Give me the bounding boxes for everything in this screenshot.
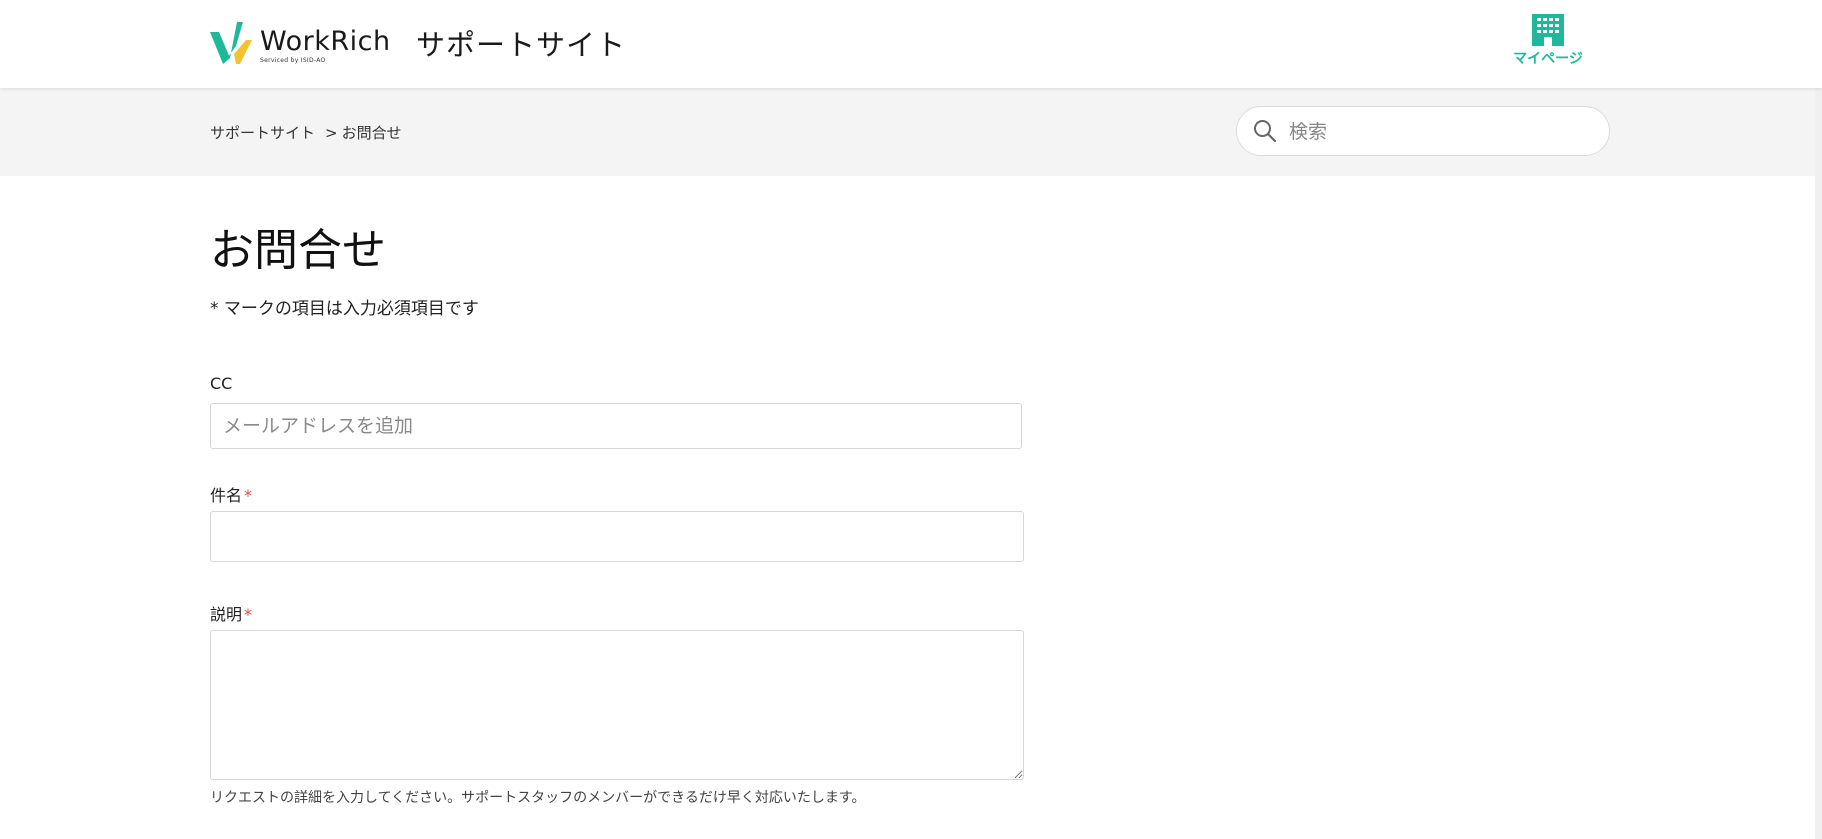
subject-label: 件名 * (210, 482, 252, 506)
site-header: WorkRich Serviced by ISID-AO サポートサイト マイペ… (0, 0, 1822, 88)
search-icon (1254, 120, 1277, 143)
search-input[interactable] (1287, 115, 1591, 149)
workrich-logo-mark-icon (210, 22, 252, 64)
breadcrumb: サポートサイト > お問合せ (210, 122, 402, 143)
workrich-logo[interactable]: WorkRich Serviced by ISID-AO (210, 22, 400, 68)
mypage-label: マイページ (1513, 51, 1583, 67)
description-label: 説明 * (210, 601, 252, 625)
breadcrumb-item-support-site[interactable]: サポートサイト (210, 124, 315, 142)
required-note: * マークの項目は入力必須項目です (210, 299, 479, 319)
breadcrumb-item-inquiry[interactable]: お問合せ (342, 124, 402, 142)
page-title: お問合せ (210, 225, 386, 276)
description-field[interactable] (210, 630, 1024, 780)
required-mark: * (244, 605, 253, 624)
description-label-text: 説明 (210, 605, 243, 624)
building-icon (1532, 14, 1564, 46)
breadcrumb-separator: > (325, 124, 338, 142)
breadcrumb-bar: サポートサイト > お問合せ (0, 88, 1822, 176)
mypage-link[interactable]: マイページ (1508, 14, 1588, 72)
cc-field[interactable] (210, 403, 1022, 449)
cc-label: CC (210, 374, 232, 393)
search-box[interactable] (1236, 106, 1610, 156)
site-title[interactable]: サポートサイト (416, 22, 626, 64)
subject-field[interactable] (210, 511, 1024, 562)
cc-label-text: CC (210, 374, 233, 393)
required-mark: * (244, 486, 253, 505)
page-scrollbar[interactable] (1815, 0, 1822, 839)
page: WorkRich Serviced by ISID-AO サポートサイト マイペ… (0, 0, 1822, 839)
description-helper-text: リクエストの詳細を入力してください。サポートスタッフのメンバーができるだけ早く対… (210, 790, 866, 806)
logo-wordmark: WorkRich (260, 26, 391, 57)
logo-subtitle: Serviced by ISID-AO (260, 57, 326, 64)
subject-label-text: 件名 (210, 486, 243, 505)
